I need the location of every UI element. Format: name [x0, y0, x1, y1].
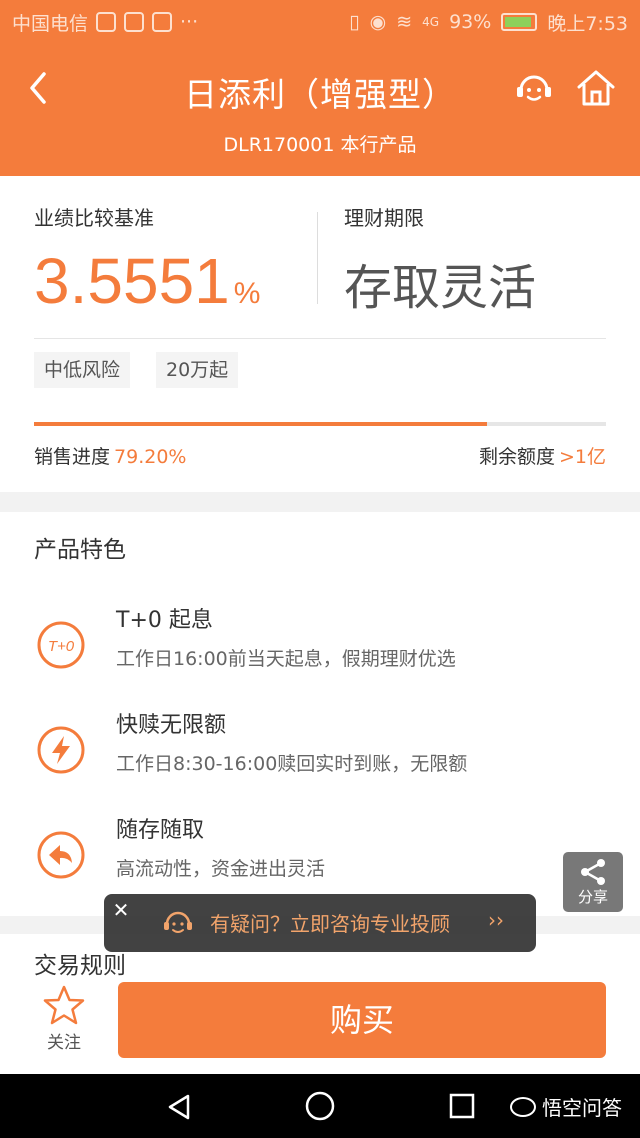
watermark-text: 悟空问答: [542, 1096, 622, 1120]
rate-number: 3.5551: [34, 245, 230, 317]
double-chevron-right-icon: ››: [488, 908, 504, 932]
vertical-divider: [317, 212, 318, 304]
svg-text:T+0: T+0: [48, 638, 75, 655]
sales-progress-bar: [34, 422, 606, 426]
divider: [34, 338, 606, 339]
min-amount-tag: 20万起: [156, 352, 239, 388]
star-icon: [43, 985, 85, 1025]
section-title: 产品特色: [34, 537, 126, 563]
status-bar: 中国电信 ··· ▯ ◉ ≋ 4G 93% 晚上7:53: [0, 0, 640, 44]
share-icon: [581, 859, 605, 885]
notification-icon: [124, 12, 145, 32]
eye-icon: ◉: [369, 11, 387, 33]
nav-back-icon[interactable]: [164, 1092, 194, 1122]
notification-icon: [96, 12, 117, 32]
bottom-action-bar: 关注 购买: [0, 978, 640, 1074]
nav-recent-icon[interactable]: [448, 1092, 476, 1120]
nav-home-icon[interactable]: [304, 1090, 336, 1122]
clock: 晚上7:53: [547, 12, 628, 35]
consult-banner[interactable]: ✕ 有疑问？立即咨询专业投顾 ››: [104, 894, 536, 952]
return-arrow-icon: [37, 831, 85, 879]
app-header: 日添利（增强型） DLR170001 本行产品: [0, 44, 640, 176]
battery-percent: 93%: [449, 11, 492, 33]
battery-icon: [501, 13, 538, 31]
rate-unit: %: [233, 277, 261, 310]
product-summary-card: 业绩比较基准 3.5551% 理财期限 存取灵活 中低风险 20万起 销售进度 7…: [0, 176, 640, 492]
feature-description: 高流动性，资金进出灵活: [116, 858, 326, 880]
feature-item: T+0 T+0 起息 工作日16:00前当天起息，假期理财优选: [0, 602, 640, 702]
rate-label: 业绩比较基准: [34, 206, 154, 230]
risk-tag: 中低风险: [34, 352, 131, 388]
more-notifications-icon: ···: [180, 11, 199, 33]
remaining-value: >1亿: [558, 446, 606, 468]
buy-button[interactable]: 购买: [118, 982, 606, 1058]
consult-text: 有疑问？立即咨询专业投顾: [210, 912, 450, 936]
feature-description: 工作日16:00前当天起息，假期理财优选: [116, 648, 456, 670]
home-button[interactable]: [574, 66, 618, 110]
headset-icon: [164, 911, 192, 933]
vibrate-icon: ▯: [349, 11, 360, 33]
share-label: 分享: [577, 888, 608, 906]
home-icon: [577, 70, 615, 106]
share-button[interactable]: 分享: [563, 852, 623, 912]
customer-service-button[interactable]: [512, 66, 556, 110]
sales-value: 79.20%: [114, 446, 187, 468]
remaining-quota: 剩余额度 >1亿: [479, 442, 606, 469]
t0-icon: T+0: [37, 621, 85, 669]
term-value: 存取灵活: [344, 260, 537, 316]
feature-title: 快赎无限额: [116, 713, 227, 738]
rate-value: 3.5551%: [34, 244, 260, 318]
headset-smile-icon: [517, 75, 551, 101]
feature-title: 随存随取: [116, 818, 205, 843]
feature-item: 快赎无限额 工作日8:30-16:00赎回实时到账，无限额: [0, 707, 640, 807]
wifi-icon: ≋: [396, 11, 413, 33]
sales-progress: 销售进度 79.20%: [34, 442, 186, 469]
watermark: 悟空问答: [510, 1092, 622, 1121]
favorite-button[interactable]: 关注: [22, 984, 106, 1066]
product-code: DLR170001 本行产品: [223, 134, 417, 156]
feature-description: 工作日8:30-16:00赎回实时到账，无限额: [116, 753, 468, 775]
favorite-label: 关注: [47, 1033, 81, 1053]
carrier-label: 中国电信: [12, 12, 89, 35]
term-label: 理财期限: [344, 206, 424, 230]
features-section: 产品特色 T+0 T+0 起息 工作日16:00前当天起息，假期理财优选 快赎无…: [0, 512, 640, 916]
system-nav-bar: 悟空问答: [0, 1074, 640, 1138]
sales-progress-fill: [34, 422, 488, 426]
notification-icon: [152, 12, 173, 32]
lightning-icon: [37, 726, 85, 774]
feature-title: T+0 起息: [116, 608, 213, 633]
remaining-label: 剩余额度: [478, 446, 555, 468]
close-icon[interactable]: ✕: [108, 898, 134, 924]
signal-label: 4G: [422, 15, 440, 29]
wukong-logo-icon: [510, 1096, 536, 1117]
sales-label: 销售进度: [34, 446, 111, 468]
